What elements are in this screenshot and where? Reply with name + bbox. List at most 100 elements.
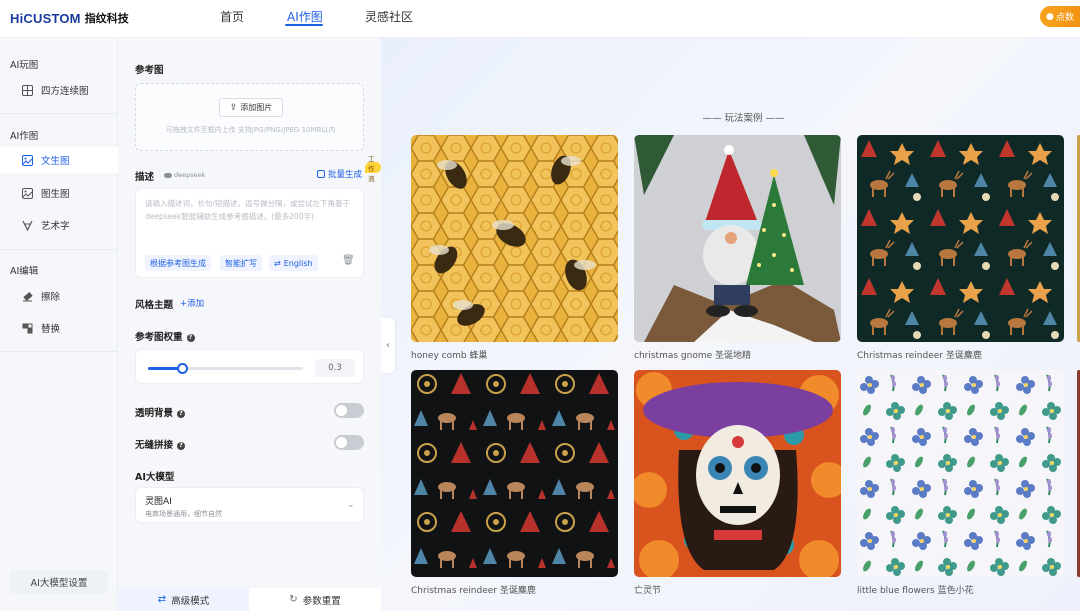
sidebar-item-replace[interactable]: 替换 bbox=[0, 315, 118, 341]
description-input[interactable]: 请输入描述词，长句/短描述，逗号做分隔，或尝试左下角基于deepseek智能辅助… bbox=[135, 188, 364, 278]
coin-icon: ● bbox=[1046, 11, 1054, 22]
help-icon[interactable]: ? bbox=[186, 333, 195, 342]
left-sidebar: AI玩图 四方连续图 AI作图 文生图 图生图 艺术字 AI编辑 擦除 替换 A… bbox=[0, 38, 118, 611]
transparent-bg-toggle[interactable] bbox=[334, 403, 364, 418]
help-icon[interactable]: ? bbox=[177, 441, 186, 450]
example-caption: little blue flowers 蓝色小花 bbox=[857, 586, 974, 596]
english-label: English bbox=[283, 258, 313, 268]
seamless-toggle[interactable] bbox=[334, 435, 364, 450]
deepseek-text: deepseek bbox=[174, 171, 206, 179]
collapse-panel-button[interactable]: ‹ bbox=[381, 318, 395, 373]
seamless-row: 无缝拼接? bbox=[135, 437, 186, 451]
workflow-badge: 工作流 bbox=[365, 155, 381, 183]
grid-icon bbox=[22, 84, 33, 96]
upload-hint: 可拖拽文件至框内上传 支持JPG/PNG/JPEG 10MB以内 bbox=[165, 126, 336, 134]
example-card[interactable]: christmas gnome 圣诞地精 bbox=[634, 135, 841, 361]
trash-icon[interactable]: 🗑 bbox=[342, 255, 355, 266]
example-caption: honey comb 蜂巢 bbox=[411, 351, 488, 361]
batch-generate-link[interactable]: 批量生成 bbox=[317, 168, 362, 180]
reference-image-label: 参考图 bbox=[135, 65, 164, 76]
weight-value-input[interactable]: 0.3 bbox=[315, 359, 355, 377]
image-icon bbox=[22, 187, 33, 199]
batch-icon bbox=[317, 170, 325, 178]
english-button[interactable]: ⇄ English bbox=[269, 255, 318, 271]
deepseek-logo: deepseek bbox=[164, 171, 205, 179]
model-name: 灵图AI bbox=[145, 497, 172, 507]
sidebar-item-label: 擦除 bbox=[41, 292, 61, 303]
reference-weight-label: 参考图权重 bbox=[135, 332, 183, 343]
reindeer-pattern-image bbox=[411, 370, 618, 577]
upload-icon: ⇪ bbox=[229, 102, 238, 113]
example-caption: 亡灵节 bbox=[634, 586, 662, 596]
replace-icon bbox=[22, 323, 33, 334]
sidebar-item-label: 图生图 bbox=[41, 189, 70, 200]
model-settings-button[interactable]: AI大模型设置 bbox=[10, 570, 108, 594]
example-card[interactable]: Christmas reindeer 圣诞麋鹿 bbox=[857, 135, 1064, 361]
sidebar-item-label: 四方连续图 bbox=[41, 86, 89, 97]
nav-community[interactable]: 灵感社区 bbox=[365, 8, 413, 25]
batch-label: 批量生成 bbox=[328, 170, 363, 180]
transparent-row: 透明背景? bbox=[135, 405, 186, 419]
add-label: 添加 bbox=[187, 299, 205, 309]
section-ai-play: AI玩图 bbox=[10, 60, 39, 71]
example-card[interactable]: Christmas reindeer 圣诞麋鹿 bbox=[411, 370, 618, 596]
section-ai-drawing: AI作图 bbox=[10, 131, 39, 142]
advanced-mode-button[interactable]: ⇄ 高级模式 bbox=[118, 588, 249, 611]
example-card[interactable]: little blue flowers 蓝色小花 bbox=[857, 370, 1064, 596]
chevron-down-icon: ⌄ bbox=[347, 500, 355, 510]
logo-company-name: 指纹科技 bbox=[84, 12, 129, 25]
reference-weight-slider: 0.3 bbox=[135, 349, 364, 384]
generate-from-reference-button[interactable]: 根据参考图生成 bbox=[145, 255, 211, 271]
description-label: 描述 bbox=[135, 172, 155, 183]
sidebar-item-label: 文生图 bbox=[41, 156, 70, 167]
divider bbox=[0, 113, 118, 114]
sidebar-item-seamless-pattern[interactable]: 四方连续图 bbox=[0, 77, 118, 103]
sidebar-item-text-to-image[interactable]: 文生图 bbox=[0, 147, 118, 173]
swap-icon: ⇄ bbox=[157, 594, 167, 605]
nav-home[interactable]: 首页 bbox=[220, 8, 244, 25]
upload-dropzone[interactable]: ⇪ 添加图片 可拖拽文件至框内上传 支持JPG/PNG/JPEG 10MB以内 bbox=[135, 83, 364, 151]
sidebar-item-label: 替换 bbox=[41, 324, 61, 335]
logo[interactable]: HiCUSTOM 指纹科技 bbox=[10, 10, 129, 26]
chevron-left-icon: ‹ bbox=[386, 340, 390, 351]
weight-label-row: 参考图权重? bbox=[135, 329, 195, 343]
sidebar-item-erase[interactable]: 擦除 bbox=[0, 283, 118, 309]
reset-params-button[interactable]: ↻ 参数重置 bbox=[249, 588, 381, 611]
transparent-bg-label: 透明背景 bbox=[135, 408, 174, 419]
example-card[interactable]: 亡灵节 bbox=[634, 370, 841, 596]
deepseek-icon bbox=[164, 172, 172, 178]
generation-form: 参考图 ⇪ 添加图片 可拖拽文件至框内上传 支持JPG/PNG/JPEG 10M… bbox=[118, 38, 381, 611]
add-style-link[interactable]: +添加 bbox=[180, 297, 204, 309]
sidebar-item-label: 艺术字 bbox=[41, 221, 70, 232]
swap-icon: ⇄ bbox=[274, 258, 281, 268]
style-theme-label: 风格主题 bbox=[135, 300, 174, 311]
sidebar-item-image-to-image[interactable]: 图生图 bbox=[0, 180, 118, 206]
text-art-icon bbox=[22, 220, 33, 231]
help-icon[interactable]: ? bbox=[177, 409, 186, 418]
ai-model-select[interactable]: 灵图AI 电商场景通用，细节自然 ⌄ bbox=[135, 487, 364, 523]
top-bar: HiCUSTOM 指纹科技 首页 AI作图 灵感社区 ● 点数 bbox=[0, 0, 1080, 38]
gnome-image bbox=[634, 135, 841, 342]
eraser-icon bbox=[22, 291, 33, 302]
example-caption: Christmas reindeer 圣诞麋鹿 bbox=[857, 351, 982, 361]
example-caption: christmas gnome 圣诞地精 bbox=[634, 351, 751, 361]
nav-active-indicator bbox=[285, 24, 323, 26]
description-placeholder: 请输入描述词，长句/短描述，逗号做分隔，或尝试左下角基于deepseek智能辅助… bbox=[145, 199, 351, 221]
advanced-mode-label: 高级模式 bbox=[171, 595, 210, 607]
day-of-the-dead-image bbox=[634, 370, 841, 577]
refresh-icon: ↻ bbox=[289, 594, 298, 605]
section-ai-edit: AI编辑 bbox=[10, 266, 39, 277]
smart-expand-button[interactable]: 智能扩写 bbox=[220, 255, 262, 271]
sidebar-item-art-text[interactable]: 艺术字 bbox=[0, 212, 118, 238]
nav-ai-drawing[interactable]: AI作图 bbox=[287, 8, 323, 25]
points-button[interactable]: ● 点数 bbox=[1040, 6, 1080, 27]
examples-gallery: —— 玩法案例 —— honey comb 蜂巢 christmas gnome… bbox=[381, 38, 1080, 611]
logo-wordmark: HiCUSTOM bbox=[10, 10, 81, 26]
seamless-label: 无缝拼接 bbox=[135, 440, 174, 451]
add-image-button[interactable]: ⇪ 添加图片 bbox=[219, 98, 283, 117]
honeycomb-pattern-image bbox=[411, 135, 618, 342]
slider-track[interactable] bbox=[148, 363, 303, 374]
image-text-icon bbox=[22, 154, 33, 166]
example-card[interactable]: honey comb 蜂巢 bbox=[411, 135, 618, 361]
slider-handle[interactable] bbox=[177, 363, 189, 374]
